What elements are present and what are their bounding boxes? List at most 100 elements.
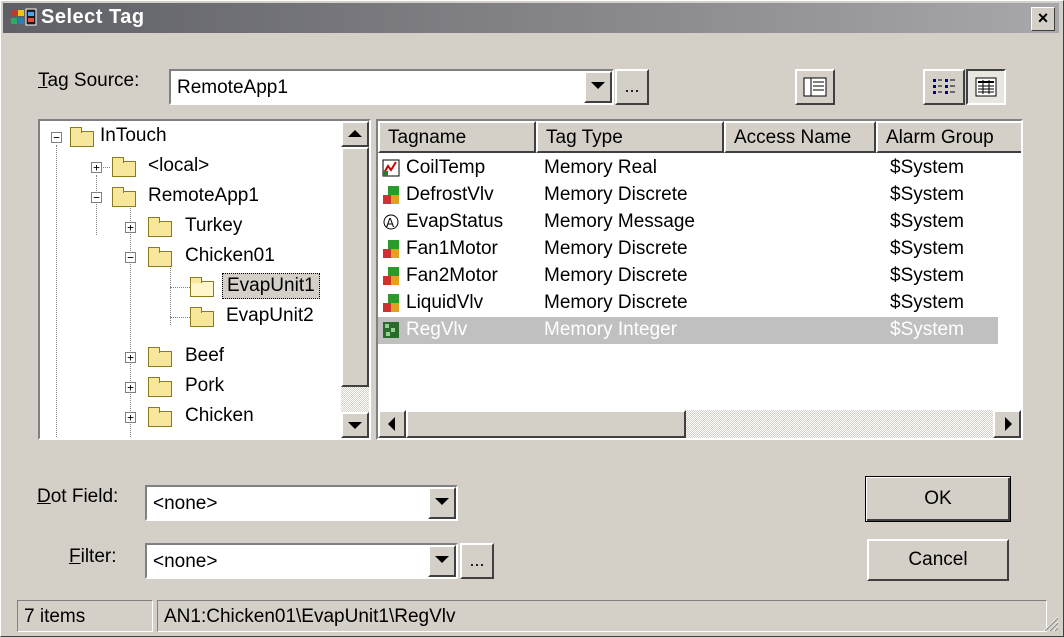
filter-dropdown-button[interactable] — [428, 545, 456, 577]
tag-source-label: Tag Source: — [38, 70, 139, 92]
filter-browse-button[interactable]: ... — [460, 543, 494, 579]
cell-tagname: LiquidVlv — [406, 292, 484, 313]
list-horizontal-scrollbar[interactable] — [378, 410, 1021, 438]
dot-field-dropdown-button[interactable] — [428, 487, 456, 519]
cell-tagname: RegVlv — [406, 319, 468, 340]
dot-field-label-accel: D — [37, 486, 51, 507]
cell-alarm-group: $System — [890, 292, 964, 313]
tree-item-label: Chicken01 — [185, 245, 275, 266]
folder-icon — [148, 347, 172, 367]
tag-source-dropdown-button[interactable] — [584, 71, 612, 103]
column-label: Access Name — [734, 127, 852, 148]
details-view-icon — [975, 77, 997, 97]
expand-icon[interactable]: + — [125, 412, 136, 423]
expand-icon[interactable]: + — [125, 382, 136, 393]
dot-field-combo[interactable]: <none> — [145, 485, 458, 521]
folder-icon — [112, 187, 136, 207]
chevron-down-icon — [591, 82, 605, 89]
column-header-access-name[interactable]: Access Name — [724, 121, 876, 153]
memory-integer-icon — [383, 322, 399, 338]
dot-field-label-text: ot Field: — [50, 486, 119, 507]
tag-source-combo[interactable]: RemoteApp1 — [169, 69, 614, 105]
ok-label: OK — [924, 488, 952, 509]
browse-label: ... — [469, 550, 485, 570]
tree-item-label: EvapUnit1 — [222, 273, 320, 299]
tree-connector — [130, 205, 132, 438]
cell-alarm-group: $System — [890, 265, 964, 286]
folder-icon — [70, 127, 94, 147]
cancel-label: Cancel — [908, 549, 968, 570]
table-row[interactable]: Fan1Motor Memory Discrete $System — [378, 236, 998, 263]
folder-icon — [112, 157, 136, 177]
ok-button[interactable]: OK — [865, 476, 1011, 522]
tag-source-value: RemoteApp1 — [177, 77, 288, 98]
expand-icon[interactable]: + — [91, 162, 102, 173]
table-row[interactable]: Fan2Motor Memory Discrete $System — [378, 263, 998, 290]
title-bar[interactable]: Select Tag × — [3, 3, 1059, 33]
filter-label-text: ilter: — [80, 546, 117, 567]
table-row[interactable]: LiquidVlv Memory Discrete $System — [378, 290, 998, 317]
scroll-right-button[interactable] — [993, 410, 1021, 438]
column-header-tag-type[interactable]: Tag Type — [536, 121, 724, 153]
cell-alarm-group: $System — [890, 184, 964, 205]
table-row[interactable]: A EvapStatus Memory Message $System — [378, 209, 998, 236]
table-row[interactable]: CoilTemp Memory Real $System — [378, 155, 998, 182]
folder-icon — [148, 217, 172, 237]
chevron-down-icon — [435, 498, 449, 505]
folder-icon — [148, 247, 172, 267]
folder-tree[interactable]: − InTouch + <local> − RemoteApp1 + Turke… — [38, 119, 371, 440]
close-button[interactable]: × — [1031, 7, 1055, 31]
collapse-icon[interactable]: − — [91, 192, 102, 203]
scroll-up-button[interactable] — [341, 121, 369, 147]
window-title: Select Tag — [41, 6, 145, 28]
memory-discrete-icon — [383, 294, 399, 312]
tree-item-label: RemoteApp1 — [148, 185, 259, 206]
expand-icon[interactable]: + — [125, 352, 136, 363]
cell-tag-type: Memory Integer — [544, 319, 678, 340]
column-header-alarm-group[interactable]: Alarm Group — [876, 121, 1021, 153]
tree-vertical-scrollbar[interactable] — [341, 121, 369, 438]
expand-icon[interactable]: + — [125, 222, 136, 233]
arrow-up-icon — [348, 130, 362, 137]
tag-source-browse-button[interactable]: ... — [615, 69, 649, 105]
details-view-button[interactable] — [966, 69, 1006, 105]
scroll-thumb[interactable] — [341, 147, 369, 387]
resize-grip-icon[interactable] — [1041, 614, 1059, 632]
collapse-icon[interactable]: − — [125, 252, 136, 263]
memory-real-icon — [382, 159, 400, 177]
memory-discrete-icon — [383, 267, 399, 285]
table-row[interactable]: DefrostVlv Memory Discrete $System — [378, 182, 998, 209]
tree-connector — [170, 265, 172, 325]
tree-connector — [170, 317, 190, 319]
column-label: Alarm Group — [886, 127, 994, 148]
folder-icon — [190, 307, 214, 327]
cell-tagname: DefrostVlv — [406, 184, 494, 205]
arrow-left-icon — [388, 417, 395, 431]
scroll-thumb[interactable] — [406, 410, 686, 438]
tree-item-label: Beef — [185, 345, 225, 366]
tree-view-toggle-button[interactable] — [795, 69, 835, 105]
column-label: Tag Type — [546, 127, 623, 148]
list-view-button[interactable] — [923, 69, 965, 105]
table-row-selected[interactable]: RegVlv Memory Integer $System — [378, 317, 998, 344]
dot-field-label: Dot Field: — [37, 486, 118, 508]
folder-icon — [148, 377, 172, 397]
cell-tagname: Fan2Motor — [406, 265, 498, 286]
scroll-left-button[interactable] — [378, 410, 406, 438]
cancel-button[interactable]: Cancel — [867, 539, 1009, 581]
column-header-tagname[interactable]: Tagname — [378, 121, 536, 153]
cell-tagname: EvapStatus — [406, 211, 504, 232]
cell-tagname: CoilTemp — [406, 157, 486, 178]
tag-source-label-accel: T — [38, 70, 48, 91]
status-path-text: AN1:Chicken01\EvapUnit1\RegVlv — [164, 606, 456, 627]
collapse-icon[interactable]: − — [51, 132, 62, 143]
filter-combo[interactable]: <none> — [145, 543, 458, 579]
scroll-down-button[interactable] — [341, 412, 369, 438]
tag-list[interactable]: Tagname Tag Type Access Name Alarm Group… — [376, 119, 1023, 440]
cell-tag-type: Memory Discrete — [544, 238, 688, 259]
column-label: Tagname — [388, 127, 467, 148]
cell-tag-type: Memory Real — [544, 157, 657, 178]
cell-alarm-group: $System — [890, 319, 964, 340]
select-tag-dialog: Select Tag × Tag Source: RemoteApp1 ... — [0, 0, 1064, 637]
svg-text:A: A — [386, 216, 395, 230]
